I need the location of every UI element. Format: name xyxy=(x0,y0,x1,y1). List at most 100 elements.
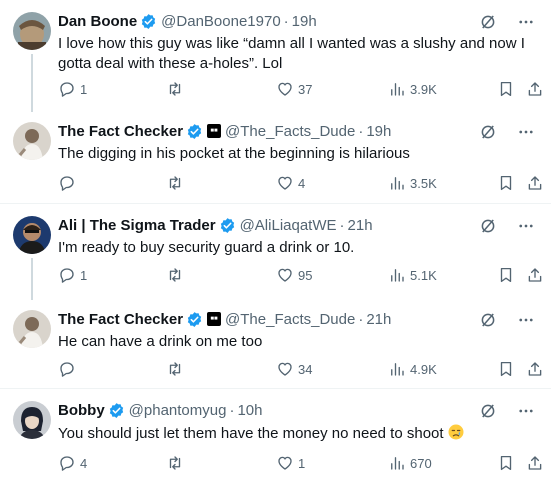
heart-icon xyxy=(276,80,294,98)
timestamp[interactable]: 19h xyxy=(366,123,391,140)
retweet-button[interactable] xyxy=(166,266,188,284)
retweet-button[interactable] xyxy=(166,174,188,192)
tweet-text: You should just let them have the money … xyxy=(58,423,537,444)
views-count: 3.5K xyxy=(410,175,437,191)
views-button[interactable]: 5.1K xyxy=(388,266,437,284)
bookmark-button[interactable] xyxy=(497,174,515,192)
reply-icon xyxy=(58,80,76,98)
tweet-bobby[interactable]: Bobby @phantomyug · 10h You should just … xyxy=(0,389,551,482)
grok-icon[interactable] xyxy=(477,215,499,237)
reply-button[interactable] xyxy=(58,174,80,192)
grok-icon[interactable] xyxy=(477,400,499,422)
thread-line xyxy=(31,258,33,300)
tweet-fact-checker-2[interactable]: The Fact Checker ■■ @The_Facts_Dude · 21… xyxy=(0,298,551,388)
share-button[interactable] xyxy=(526,80,544,98)
share-button[interactable] xyxy=(526,454,544,472)
views-count: 3.9K xyxy=(410,81,437,97)
avatar[interactable] xyxy=(13,401,51,439)
views-button[interactable]: 3.5K xyxy=(388,174,437,192)
display-name[interactable]: The Fact Checker xyxy=(58,123,183,140)
timestamp[interactable]: 21h xyxy=(366,311,391,328)
reply-count: 1 xyxy=(80,81,88,97)
grok-icon[interactable] xyxy=(477,11,499,33)
share-button[interactable] xyxy=(526,360,544,378)
retweet-button[interactable] xyxy=(166,80,188,98)
views-chart-icon xyxy=(388,174,406,192)
reply-icon xyxy=(58,360,76,378)
display-name[interactable]: Bobby xyxy=(58,402,105,419)
bookmark-button[interactable] xyxy=(497,266,515,284)
display-name[interactable]: Ali | The Sigma Trader xyxy=(58,217,216,234)
bookmark-icon xyxy=(497,360,515,378)
handle[interactable]: @DanBoone1970 xyxy=(161,13,281,30)
views-chart-icon xyxy=(388,266,406,284)
tweet-fact-checker-1[interactable]: The Fact Checker ■■ @The_Facts_Dude · 19… xyxy=(0,110,551,204)
grok-icon[interactable] xyxy=(477,309,499,331)
separator-dot: · xyxy=(229,401,235,419)
like-button[interactable]: 4 xyxy=(276,174,305,192)
avatar[interactable] xyxy=(13,12,51,50)
share-button[interactable] xyxy=(526,174,544,192)
like-count: 34 xyxy=(298,361,313,377)
reply-icon xyxy=(58,174,76,192)
views-chart-icon xyxy=(388,454,406,472)
handle[interactable]: @AliLiaqatWE xyxy=(240,217,337,234)
verified-badge-icon xyxy=(186,123,203,140)
display-name[interactable]: Dan Boone xyxy=(58,13,137,30)
bookmark-icon xyxy=(497,174,515,192)
handle[interactable]: @The_Facts_Dude xyxy=(225,311,355,328)
separator-dot: · xyxy=(358,310,364,328)
like-button[interactable]: 95 xyxy=(276,266,312,284)
like-button[interactable]: 1 xyxy=(276,454,305,472)
tweet-ali-sigma-trader[interactable]: Ali | The Sigma Trader @AliLiaqatWE · 21… xyxy=(0,204,551,300)
affiliate-badge-icon[interactable]: ■■ xyxy=(207,312,222,326)
like-count: 95 xyxy=(298,267,313,283)
verified-badge-icon xyxy=(219,217,236,234)
retweet-button[interactable] xyxy=(166,360,188,378)
share-icon xyxy=(526,454,544,472)
tweet-text-content: You should just let them have the money … xyxy=(58,425,444,442)
views-button[interactable]: 670 xyxy=(388,454,432,472)
thread-line xyxy=(31,54,33,112)
like-button[interactable]: 37 xyxy=(276,80,312,98)
reply-button[interactable]: 4 xyxy=(58,454,87,472)
heart-icon xyxy=(276,454,294,472)
share-button[interactable] xyxy=(526,266,544,284)
retweet-button[interactable] xyxy=(166,454,188,472)
share-icon xyxy=(526,360,544,378)
more-icon[interactable] xyxy=(515,215,537,237)
more-icon[interactable] xyxy=(515,309,537,331)
retweet-icon xyxy=(166,80,184,98)
avatar[interactable] xyxy=(13,122,51,160)
tweet-text: He can have a drink on me too xyxy=(58,333,263,350)
reply-button[interactable]: 1 xyxy=(58,266,87,284)
grok-icon[interactable] xyxy=(477,121,499,143)
reply-button[interactable]: 1 xyxy=(58,80,87,98)
avatar[interactable] xyxy=(13,310,51,348)
tweet-dan-boone[interactable]: Dan Boone @DanBoone1970 · 19h I love how… xyxy=(0,0,551,112)
timestamp[interactable]: 19h xyxy=(292,13,317,30)
handle[interactable]: @The_Facts_Dude xyxy=(225,123,355,140)
like-button[interactable]: 34 xyxy=(276,360,312,378)
display-name[interactable]: The Fact Checker xyxy=(58,311,183,328)
bookmark-button[interactable] xyxy=(497,360,515,378)
avatar[interactable] xyxy=(13,216,51,254)
heart-icon xyxy=(276,266,294,284)
tweet-text: I'm ready to buy security guard a drink … xyxy=(58,239,355,256)
views-button[interactable]: 3.9K xyxy=(388,80,437,98)
affiliate-badge-icon[interactable]: ■■ xyxy=(207,124,222,138)
more-icon[interactable] xyxy=(515,11,537,33)
more-icon[interactable] xyxy=(515,121,537,143)
verified-badge-icon xyxy=(186,311,203,328)
reply-button[interactable] xyxy=(58,360,80,378)
bookmark-icon xyxy=(497,266,515,284)
timestamp[interactable]: 10h xyxy=(237,402,262,419)
bookmark-icon xyxy=(497,454,515,472)
handle[interactable]: @phantomyug xyxy=(129,402,227,419)
bookmark-button[interactable] xyxy=(497,454,515,472)
timestamp[interactable]: 21h xyxy=(348,217,373,234)
more-icon[interactable] xyxy=(515,400,537,422)
bookmark-button[interactable] xyxy=(497,80,515,98)
views-button[interactable]: 4.9K xyxy=(388,360,437,378)
views-count: 5.1K xyxy=(410,267,437,283)
